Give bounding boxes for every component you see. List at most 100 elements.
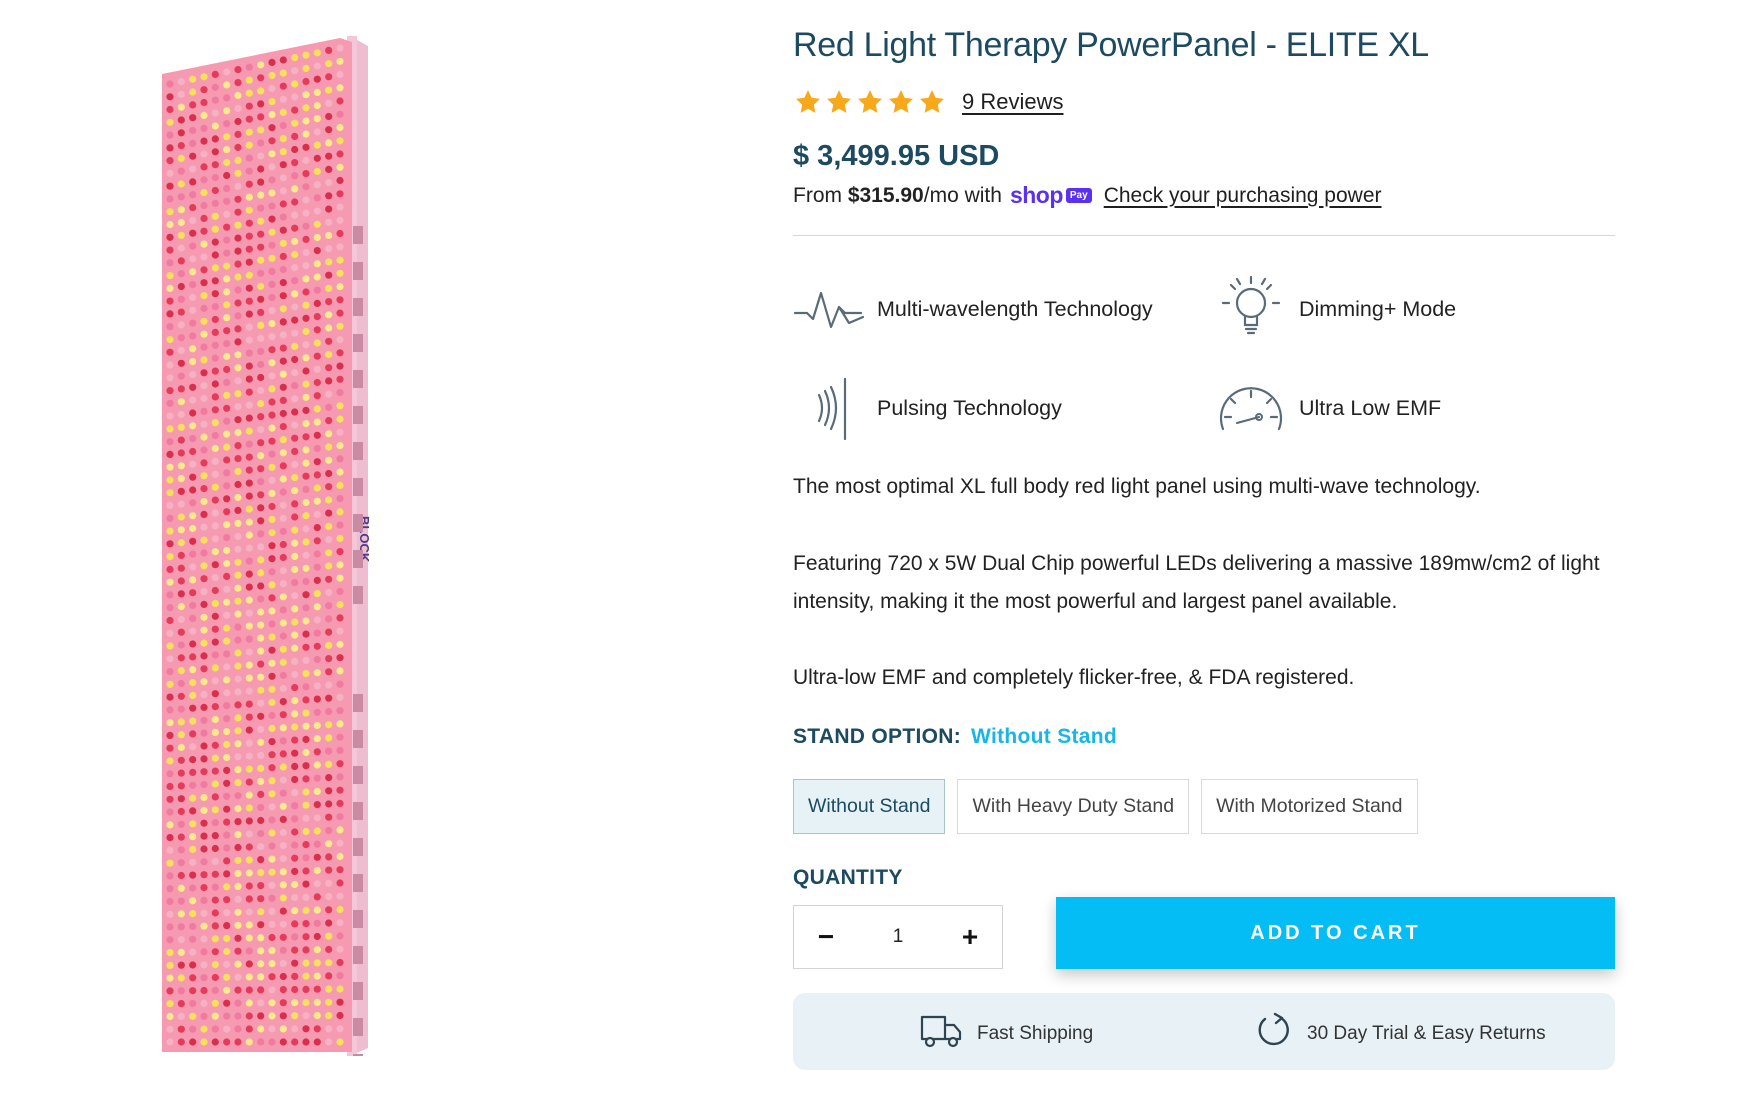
led-dot [189, 884, 197, 892]
led-dot [234, 623, 242, 631]
led-dot [313, 405, 321, 413]
led-dot [234, 143, 242, 151]
led-dot [279, 462, 287, 470]
led-dot [177, 475, 185, 483]
led-dot [268, 868, 276, 876]
led-dot [177, 795, 185, 803]
led-dot [223, 275, 231, 283]
led-dot [291, 211, 299, 219]
led-dot [257, 921, 265, 929]
led-dot [245, 583, 253, 591]
led-dot [313, 88, 321, 96]
led-dot [313, 721, 321, 730]
led-dot [211, 935, 219, 943]
led-dot [313, 260, 321, 268]
led-dot [302, 788, 310, 796]
led-dot [279, 108, 287, 116]
quantity-increase-button[interactable]: + [938, 906, 1002, 968]
led-dot [211, 238, 219, 246]
led-dot [234, 869, 242, 878]
led-dot [177, 603, 185, 611]
led-dot [177, 270, 185, 278]
quantity-input[interactable]: 1 [868, 926, 928, 948]
reviews-link[interactable]: 9 Reviews [962, 89, 1063, 115]
option-heavy-duty-stand[interactable]: With Heavy Duty Stand [957, 779, 1190, 834]
led-dot [279, 842, 287, 850]
led-dot [234, 234, 242, 242]
led-dot [302, 722, 310, 730]
led-dot [291, 946, 299, 954]
led-dot [279, 488, 287, 496]
led-dot [234, 493, 242, 502]
led-dot [177, 910, 185, 918]
led-dot [177, 705, 185, 713]
led-dot [245, 986, 253, 994]
led-dot [313, 695, 321, 703]
led-dot [200, 613, 208, 621]
purchasing-power-link[interactable]: Check your purchasing power [1104, 184, 1382, 208]
led-dot [166, 195, 174, 203]
led-dot [257, 61, 265, 69]
led-dot [200, 150, 208, 158]
led-dot [291, 132, 299, 140]
led-dot [313, 682, 321, 690]
led-dot [336, 627, 344, 635]
led-dot [291, 1025, 299, 1033]
led-dot [268, 751, 276, 759]
side-vent [353, 478, 363, 496]
led-dot [177, 167, 185, 175]
product-image[interactable]: BLOCK [150, 36, 400, 1056]
led-dot [268, 855, 276, 863]
led-dot [302, 512, 310, 520]
option-motorized-stand[interactable]: With Motorized Stand [1201, 779, 1418, 834]
led-dot [313, 880, 321, 888]
led-dot [211, 161, 219, 169]
led-dot [291, 657, 299, 666]
led-dot [177, 385, 185, 393]
led-dot [200, 459, 208, 467]
led-dot [279, 226, 287, 234]
stand-option-label: STAND OPTION: Without Stand [793, 725, 1117, 749]
led-dot [200, 755, 208, 763]
led-dot [223, 960, 231, 969]
led-dot [200, 137, 208, 145]
led-dot [200, 176, 208, 184]
led-dot [336, 44, 344, 52]
led-dot [279, 711, 287, 719]
led-dot [325, 271, 333, 279]
option-without-stand[interactable]: Without Stand [793, 779, 946, 834]
led-dot [279, 396, 287, 404]
led-dot [268, 411, 276, 419]
rating-row: 9 Reviews [793, 88, 1063, 116]
led-dot [234, 480, 242, 489]
led-dot [211, 509, 219, 517]
led-dot [223, 378, 231, 386]
led-dot [211, 625, 219, 633]
led-dot [257, 895, 265, 903]
led-dot [223, 146, 231, 154]
led-dot [234, 895, 242, 904]
led-dot [189, 178, 197, 186]
led-dot [223, 262, 231, 270]
led-dot [234, 403, 242, 411]
led-dot [257, 269, 265, 277]
led-dot [325, 522, 333, 530]
led-dot [166, 323, 174, 331]
led-dot [245, 258, 253, 266]
led-dot [211, 70, 219, 78]
led-dot [325, 998, 333, 1006]
add-to-cart-button[interactable]: ADD TO CART [1056, 897, 1615, 969]
led-dot [268, 816, 276, 824]
led-dot [291, 316, 299, 324]
led-dot [257, 243, 265, 251]
led-dot [234, 805, 242, 813]
led-dot [325, 919, 333, 927]
star-icon [920, 90, 944, 113]
led-dot [268, 137, 276, 145]
led-dot [211, 393, 219, 401]
led-dot [200, 665, 208, 673]
led-dot [223, 404, 231, 412]
quantity-decrease-button[interactable]: − [794, 906, 858, 968]
led-dot [211, 522, 219, 530]
led-dot [245, 570, 253, 578]
